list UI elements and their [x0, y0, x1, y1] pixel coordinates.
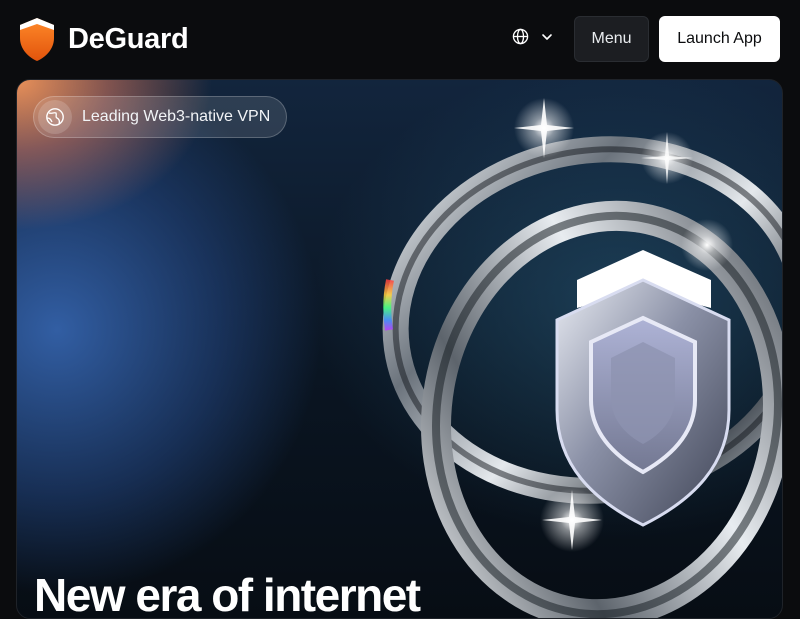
menu-button[interactable]: Menu: [574, 16, 649, 62]
hero-illustration: [382, 98, 782, 618]
hero-section: Leading Web3-native VPN New era of inter…: [16, 79, 783, 619]
hero-badge-text: Leading Web3-native VPN: [82, 108, 271, 125]
chevron-down-icon: [542, 33, 552, 40]
brand-logo[interactable]: DeGuard: [18, 16, 189, 62]
hero-badge: Leading Web3-native VPN: [33, 96, 288, 138]
hero-headline: New era of internet: [34, 569, 421, 619]
brand-name: DeGuard: [68, 22, 189, 55]
launch-app-button[interactable]: Launch App: [659, 16, 780, 62]
globe-icon: [38, 100, 72, 134]
shield-icon: [20, 18, 54, 61]
language-selector[interactable]: [512, 28, 553, 45]
globe-icon: [512, 28, 529, 45]
top-navbar: DeGuard Menu Launch App: [0, 0, 800, 80]
